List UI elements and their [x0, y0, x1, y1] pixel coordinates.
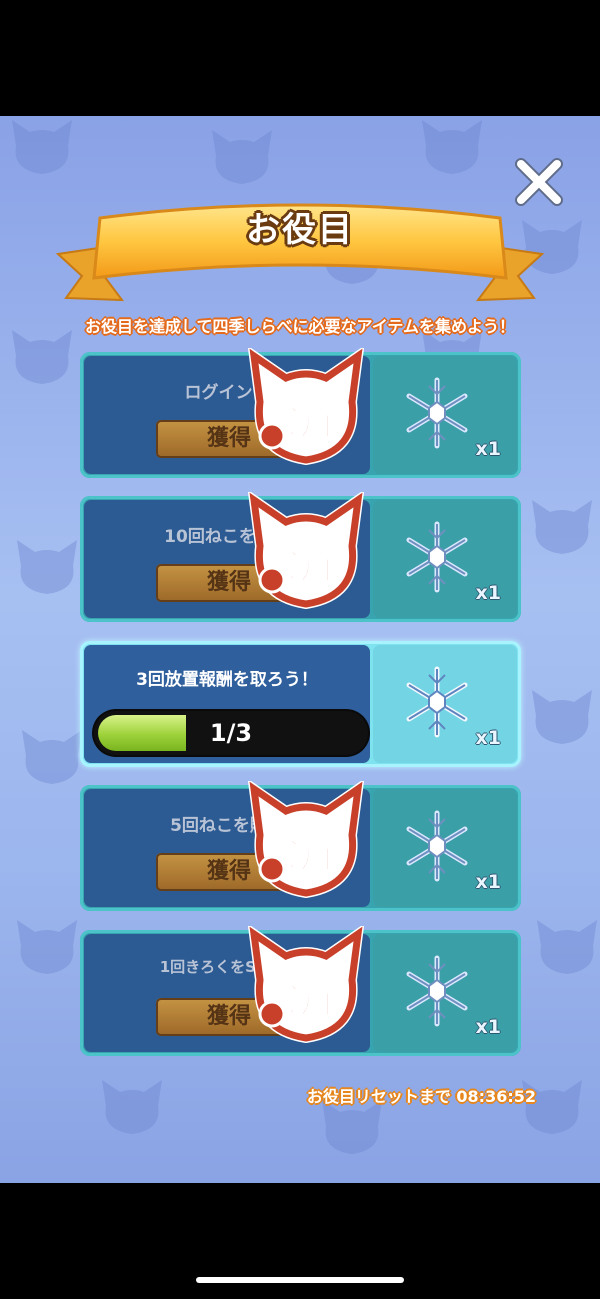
subtitle: お役目を達成して四季しらべに必要なアイテムを集めよう！	[85, 317, 515, 336]
completed-cat-stamp-icon: 済	[247, 781, 365, 899]
task-card: ログインし 獲得 x1 済	[80, 348, 521, 478]
snowflake-icon	[406, 521, 468, 593]
stamp-text: 済	[286, 387, 339, 447]
completed-cat-stamp-icon: 済	[247, 348, 365, 466]
reward-slot: x1	[373, 645, 517, 763]
snowflake-icon	[406, 810, 468, 882]
task-name: 3回放置報酬を取ろう！	[136, 670, 318, 690]
page-title: お役目	[246, 210, 354, 250]
snowflake-icon	[406, 377, 468, 449]
reward-slot: x1	[373, 500, 517, 618]
reward-quantity: x1	[475, 871, 501, 893]
home-indicator[interactable]	[196, 1277, 404, 1283]
reward-quantity: x1	[475, 582, 501, 604]
task-card: 1回きろくをSNSで 獲得 x1 済	[80, 926, 521, 1056]
reward-quantity: x1	[475, 1016, 501, 1038]
reward-quantity: x1	[475, 438, 501, 460]
reward-quantity: x1	[475, 727, 501, 749]
reward-slot: x1	[373, 356, 517, 474]
stamp-text: 済	[286, 965, 339, 1025]
game-screen: お役目 お役目を達成して四季しらべに必要なアイテムを集めよう！ ログインし 獲得…	[0, 116, 600, 1183]
progress-text: 1/3	[209, 719, 253, 747]
progress-bar: 1/3	[94, 711, 368, 755]
completed-cat-stamp-icon: 済	[247, 492, 365, 610]
reward-slot: x1	[373, 934, 517, 1052]
snowflake-icon	[406, 666, 468, 738]
stamp-text: 済	[286, 820, 339, 880]
reset-timer: お役目リセットまで 08:36:52	[306, 1087, 536, 1106]
stamp-text: 済	[286, 531, 339, 591]
task-card-active: 3回放置報酬を取ろう！ 1/3 x1	[80, 641, 521, 767]
completed-cat-stamp-icon: 済	[247, 926, 365, 1044]
snowflake-icon	[406, 955, 468, 1027]
task-card: 10回ねこをマー 獲得 x1 済	[80, 492, 521, 622]
reward-slot: x1	[373, 789, 517, 907]
task-card: 5回ねこを購入 獲得 x1 済	[80, 781, 521, 911]
task-info: 3回放置報酬を取ろう！ 1/3	[84, 645, 370, 763]
